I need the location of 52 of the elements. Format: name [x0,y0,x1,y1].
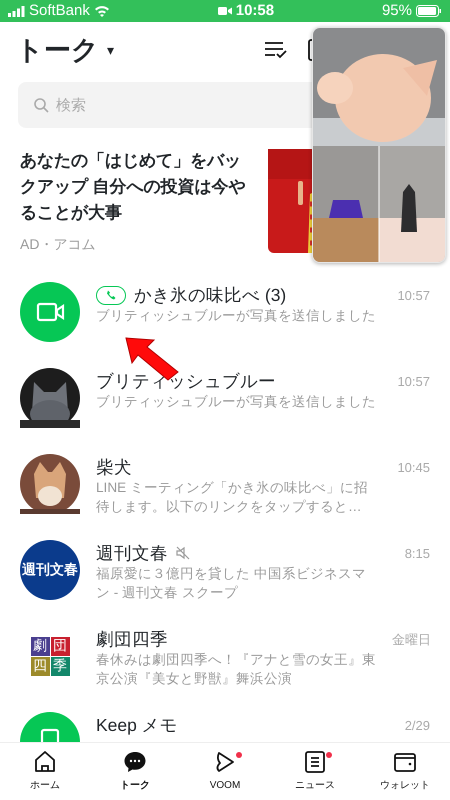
chat-name: 週刊文春 [96,542,168,564]
chat-name: 劇団四季 [96,628,168,650]
message-time: 10:57 [397,373,430,391]
logo-tile: 季 [50,656,70,676]
wallet-icon [393,750,417,774]
message-preview: 福原愛に３億円を貸した 中国系ビジネスマン - 週刊文春 スクープ [96,565,367,602]
battery-icon [416,5,442,17]
ad-headline[interactable]: あなたの「はじめて」をバックアップ 自分への投資は今やることが大事 [20,148,252,226]
caret-icon[interactable]: ▾ [107,40,114,60]
news-icon [303,750,327,774]
message-preview: 春休みは劇団四季へ！『アナと雪の女王』東京公演『美女と野獣』舞浜公演 [96,651,376,688]
battery-percent: 95% [382,0,412,21]
message-time: 8:15 [404,545,430,563]
wifi-icon [94,5,110,17]
phone-icon [106,290,116,300]
chat-name: ブリティッシュブルー [96,370,276,392]
clock: 10:58 [236,0,274,21]
chat-row[interactable]: ブリティッシュブルー ブリティッシュブルーが写真を送信しました 10:57 [0,360,450,446]
chat-row[interactable]: 週刊文春 週刊文春 福原愛に３億円を貸した 中国系ビジネスマン - 週刊文春 スクープ 8:15 [0,532,450,618]
chat-name: 柴犬 [96,456,132,478]
chat-row[interactable]: 劇 団 四 季 劇団四季 春休みは劇団四季へ！『アナと雪の女王』東京公演『美女と野獣』舞浜公演 金曜日 [0,618,450,704]
page-title: トーク [16,36,99,64]
chat-bubble-icon [123,750,147,774]
home-icon [33,750,57,774]
message-preview: ブリティッシュブルーが写真を送信しました [96,307,376,325]
message-preview: ブリティッシュブルーが写真を送信しました [96,393,376,411]
message-time: 10:57 [397,287,430,305]
ad-sponsor: AD・アコム [20,234,96,254]
search-icon [34,98,49,113]
signal-icon [8,6,25,16]
chat-row[interactable]: 柴犬 LINE ミーティング「かき氷の味比べ」に招待します。以下のリンクをタップすると… 10:45 [0,446,450,532]
nav-tab[interactable]: ニュース [270,750,360,793]
message-time: 2/29 [404,717,430,735]
chat-row[interactable]: Keep メモ 2/29 [0,704,450,742]
logo-tile: 劇 [30,636,50,656]
logo-text: 週刊文春 [22,560,78,580]
message-time: 10:45 [397,459,430,477]
chat-name: Keep メモ [96,714,178,736]
nav-tab[interactable]: VOOM [180,750,270,793]
message-preview: LINE ミーティング「かき氷の味比べ」に招待します。以下のリンクをタップすると… [96,479,369,516]
logo-tile: 四 [30,656,50,676]
chat-row[interactable]: かき氷の味比べ (3) ブリティッシュブルーが写真を送信しました 10:57 [0,274,450,360]
carrier-name: SoftBank [29,0,90,21]
logo-tile: 団 [50,636,70,656]
nav-tab[interactable]: ホーム [0,750,90,793]
video-chat-icon [20,282,80,342]
message-time: 金曜日 [392,631,431,649]
sort-list-icon[interactable] [264,40,288,60]
nav-tab[interactable]: トーク [90,750,180,793]
video-camera-icon [218,6,232,16]
nav-tab[interactable]: ウォレット [360,750,450,793]
chat-name: かき氷の味比べ (3) [134,284,286,306]
